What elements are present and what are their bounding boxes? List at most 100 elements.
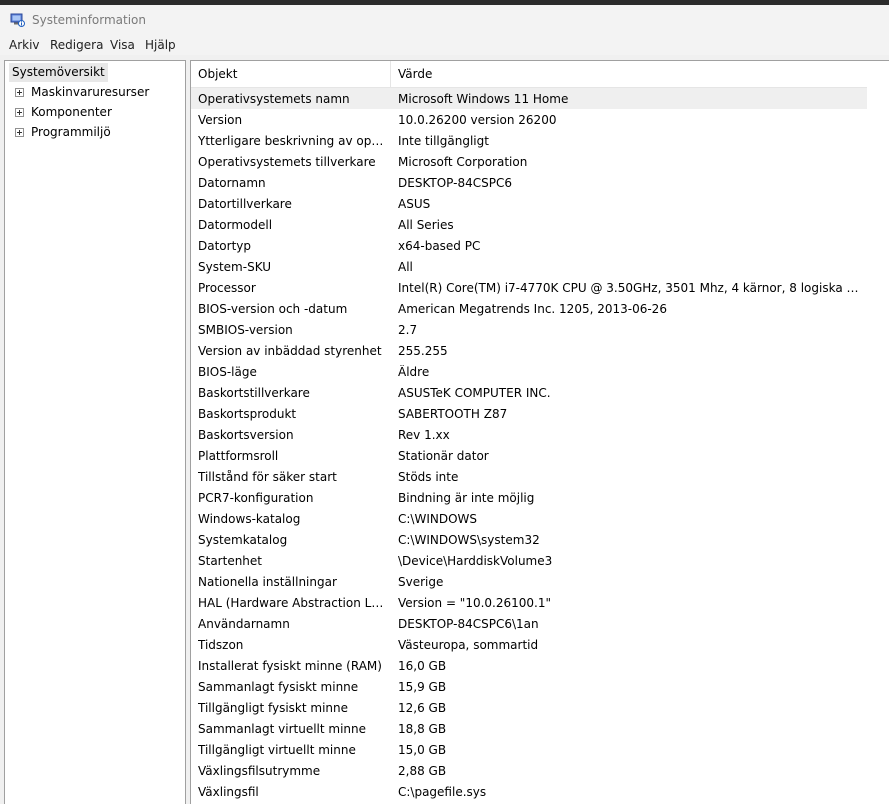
- table-row[interactable]: System-SKU All: [191, 256, 867, 277]
- menu-visa[interactable]: Visa: [110, 38, 135, 52]
- menu-redigera[interactable]: Redigera: [50, 38, 103, 52]
- row-value: American Megatrends Inc. 1205, 2013-06-2…: [398, 302, 667, 316]
- row-value: \Device\HarddiskVolume3: [398, 554, 553, 568]
- table-row[interactable]: Sammanlagt virtuellt minne 18,8 GB: [191, 718, 867, 739]
- table-row[interactable]: Tillstånd för säker start Stöds inte: [191, 466, 867, 487]
- table-row[interactable]: Tillgängligt fysiskt minne 12,6 GB: [191, 697, 867, 718]
- table-row[interactable]: Baskortsversion Rev 1.xx: [191, 424, 867, 445]
- row-value: 12,6 GB: [398, 701, 447, 715]
- table-row[interactable]: Version 10.0.26200 version 26200: [191, 109, 867, 130]
- row-value: C:\pagefile.sys: [398, 785, 487, 799]
- table-row[interactable]: Tillgängligt virtuellt minne 15,0 GB: [191, 739, 867, 760]
- row-key: Baskortsprodukt: [198, 407, 297, 421]
- row-key: Operativsystemets namn: [198, 92, 350, 106]
- row-key: Operativsystemets tillverkare: [198, 155, 376, 169]
- row-key: Tillgängligt virtuellt minne: [198, 743, 356, 757]
- menu-bar: Arkiv Redigera Visa Hjälp: [0, 36, 889, 55]
- row-value: Intel(R) Core(TM) i7-4770K CPU @ 3.50GHz…: [398, 281, 864, 295]
- row-key: Datortillverkare: [198, 197, 292, 211]
- row-key: Windows-katalog: [198, 512, 301, 526]
- row-value: Västeuropa, sommartid: [398, 638, 539, 652]
- table-row[interactable]: Operativsystemets namn Microsoft Windows …: [191, 88, 867, 109]
- row-key: Tillstånd för säker start: [198, 470, 337, 484]
- table-row[interactable]: Baskortsprodukt SABERTOOTH Z87: [191, 403, 867, 424]
- table-row[interactable]: Plattformsroll Stationär dator: [191, 445, 867, 466]
- tree-item-systemoversikt[interactable]: Systemöversikt: [9, 63, 108, 82]
- tree-item-label: Maskinvaruresurser: [31, 85, 150, 99]
- row-value: ASUSTeK COMPUTER INC.: [398, 386, 551, 400]
- table-row[interactable]: HAL (Hardware Abstraction Lay... Version …: [191, 592, 867, 613]
- row-key: Baskortstillverkare: [198, 386, 310, 400]
- table-row[interactable]: Processor Intel(R) Core(TM) i7-4770K CPU …: [191, 277, 867, 298]
- table-row[interactable]: Baskortstillverkare ASUSTeK COMPUTER INC.: [191, 382, 867, 403]
- table-row[interactable]: Operativsystemets tillverkare Microsoft C…: [191, 151, 867, 172]
- table-row[interactable]: Nationella inställningar Sverige: [191, 571, 867, 592]
- table-row[interactable]: Växlingsfilsutrymme 2,88 GB: [191, 760, 867, 781]
- row-value: Sverige: [398, 575, 444, 589]
- row-key: Datortyp: [198, 239, 251, 253]
- row-key: BIOS-läge: [198, 365, 257, 379]
- row-value: Microsoft Corporation: [398, 155, 528, 169]
- row-value: 15,0 GB: [398, 743, 447, 757]
- column-header-varde[interactable]: Värde: [391, 61, 867, 88]
- row-value: 16,0 GB: [398, 659, 447, 673]
- row-key: Startenhet: [198, 554, 262, 568]
- row-value: x64-based PC: [398, 239, 481, 253]
- tree-item-label: Programmiljö: [31, 125, 111, 139]
- row-key: Processor: [198, 281, 256, 295]
- expand-plus-icon[interactable]: [15, 88, 24, 97]
- menu-hjalp[interactable]: Hjälp: [145, 38, 176, 52]
- row-key: Installerat fysiskt minne (RAM): [198, 659, 382, 673]
- table-row[interactable]: BIOS-läge Äldre: [191, 361, 867, 382]
- row-key: Tillgängligt fysiskt minne: [198, 701, 348, 715]
- table-row[interactable]: Startenhet \Device\HarddiskVolume3: [191, 550, 867, 571]
- system-information-window: Systeminformation Arkiv Redigera Visa Hj…: [0, 0, 889, 804]
- table-row[interactable]: Windows-katalog C:\WINDOWS: [191, 508, 867, 529]
- row-key: System-SKU: [198, 260, 272, 274]
- row-key: Tidszon: [198, 638, 244, 652]
- table-row[interactable]: PCR7-konfiguration Bindning är inte möjli…: [191, 487, 867, 508]
- table-row[interactable]: Användarnamn DESKTOP-84CSPC6\1an: [191, 613, 867, 634]
- title-bar[interactable]: Systeminformation: [0, 5, 889, 36]
- row-value: 10.0.26200 version 26200: [398, 113, 557, 127]
- table-row[interactable]: Datormodell All Series: [191, 214, 867, 235]
- row-key: Plattformsroll: [198, 449, 279, 463]
- table-row[interactable]: Installerat fysiskt minne (RAM) 16,0 GB: [191, 655, 867, 676]
- row-value: DESKTOP-84CSPC6\1an: [398, 617, 539, 631]
- row-value: Inte tillgängligt: [398, 134, 489, 148]
- row-key: Användarnamn: [198, 617, 290, 631]
- table-row[interactable]: Systemkatalog C:\WINDOWS\system32: [191, 529, 867, 550]
- row-value: 2.7: [398, 323, 418, 337]
- row-value: Stationär dator: [398, 449, 489, 463]
- row-value: All: [398, 260, 413, 274]
- row-key: Datormodell: [198, 218, 273, 232]
- table-row[interactable]: SMBIOS-version 2.7: [191, 319, 867, 340]
- row-value: SABERTOOTH Z87: [398, 407, 508, 421]
- row-value: C:\WINDOWS: [398, 512, 478, 526]
- table-row[interactable]: Ytterligare beskrivning av oper... Inte t…: [191, 130, 867, 151]
- menu-arkiv[interactable]: Arkiv: [9, 38, 40, 52]
- row-value: Rev 1.xx: [398, 428, 450, 442]
- row-value: Microsoft Windows 11 Home: [398, 92, 569, 106]
- category-tree[interactable]: Systemöversikt Maskinvaruresurser Kompon…: [4, 60, 186, 804]
- table-row[interactable]: Version av inbäddad styrenhet 255.255: [191, 340, 867, 361]
- row-value: C:\WINDOWS\system32: [398, 533, 540, 547]
- expand-plus-icon[interactable]: [15, 128, 24, 137]
- table-row[interactable]: Datortillverkare ASUS: [191, 193, 867, 214]
- column-header-objekt[interactable]: Objekt: [191, 61, 391, 88]
- table-row[interactable]: Tidszon Västeuropa, sommartid: [191, 634, 867, 655]
- table-row[interactable]: Sammanlagt fysiskt minne 15,9 GB: [191, 676, 867, 697]
- row-value: Äldre: [398, 365, 430, 379]
- table-row[interactable]: BIOS-version och -datum American Megatren…: [191, 298, 867, 319]
- details-rows: Operativsystemets namn Microsoft Windows …: [191, 88, 867, 802]
- table-row[interactable]: Datortyp x64-based PC: [191, 235, 867, 256]
- row-value: 2,88 GB: [398, 764, 447, 778]
- row-key: Växlingsfil: [198, 785, 259, 799]
- row-key: BIOS-version och -datum: [198, 302, 348, 316]
- table-row[interactable]: Växlingsfil C:\pagefile.sys: [191, 781, 867, 802]
- row-key: Datornamn: [198, 176, 266, 190]
- row-value: All Series: [398, 218, 454, 232]
- table-row[interactable]: Datornamn DESKTOP-84CSPC6: [191, 172, 867, 193]
- details-list[interactable]: Objekt Värde Operativsystemets namn Micro…: [190, 60, 889, 804]
- expand-plus-icon[interactable]: [15, 108, 24, 117]
